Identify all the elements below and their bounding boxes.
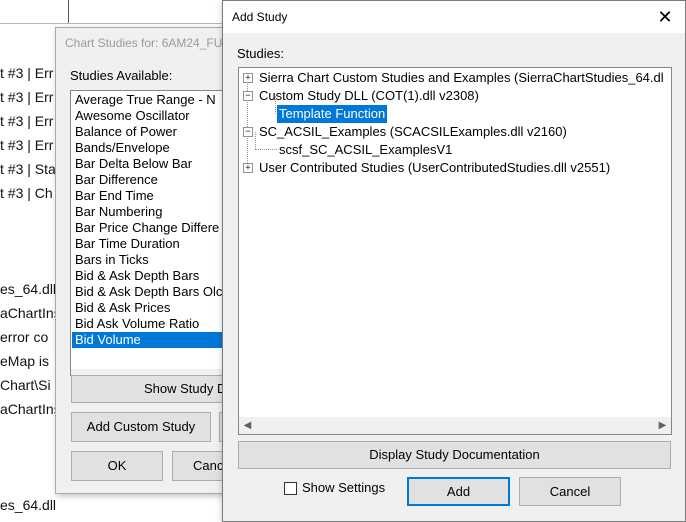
tree-horizontal-scrollbar[interactable]: ◀ ▶ [239,417,671,434]
log-line: t #3 | Err [0,89,54,105]
tree-item-label: Sierra Chart Custom Studies and Examples… [259,70,664,85]
tree-item[interactable]: scsf_SC_ACSIL_ExamplesV1 [239,141,671,159]
column-separator [68,0,69,23]
list-item[interactable]: Average True Range - N [75,92,216,108]
tree-item-label: Custom Study DLL (COT(1).dll v2308) [259,88,479,103]
dialog-title: Add Study [232,10,288,24]
show-settings-checkbox[interactable] [284,482,297,495]
tree-item-label: User Contributed Studies (UserContribute… [259,160,611,175]
list-item[interactable]: Bid & Ask Depth Bars Olc [75,284,222,300]
collapse-icon[interactable]: − [243,127,253,137]
list-item[interactable]: Bar Delta Below Bar [75,156,192,172]
tree-item-label: scsf_SC_ACSIL_ExamplesV1 [279,142,453,157]
tree-item-label: SC_ACSIL_Examples (SCACSILExamples.dll v… [259,124,567,139]
list-item[interactable]: Bid Ask Volume Ratio [75,316,199,332]
scroll-right-icon[interactable]: ▶ [654,417,671,434]
ok-button[interactable]: OK [71,451,163,481]
show-settings-label[interactable]: Show Settings [302,480,385,495]
log-line: t #3 | Err [0,137,54,153]
cancel-button[interactable]: Cancel [519,477,621,506]
expand-icon[interactable]: + [243,163,253,173]
log-line: aChartIns [0,401,61,417]
list-item[interactable]: Bar Difference [75,172,158,188]
log-line: t #3 | Sta [0,161,56,177]
show-study-button-label: Show Study D [144,381,227,396]
log-line: eMap is [0,353,50,369]
tree-item[interactable]: − SC_ACSIL_Examples (SCACSILExamples.dll… [239,123,671,141]
scroll-left-icon[interactable]: ◀ [239,417,256,434]
tree-item[interactable]: − Custom Study DLL (COT(1).dll v2308) [239,87,671,105]
log-line: t #3 | Err [0,113,54,129]
scrollbar-track[interactable] [256,421,654,430]
studies-tree[interactable]: + Sierra Chart Custom Studies and Exampl… [238,67,672,435]
title-bar[interactable]: Add Study ✕ [223,1,685,33]
log-line: Chart\Si [0,377,51,393]
studies-available-label: Studies Available: [70,68,173,83]
log-line: aChartIns [0,305,61,321]
studies-label: Studies: [237,46,284,61]
list-item[interactable]: Awesome Oscillator [75,108,190,124]
cancel-button-label: Canc [193,458,224,473]
chart-studies-title: Chart Studies for: 6AM24_FUT_ [65,36,237,50]
tree-item-label: Template Function [275,104,389,124]
list-item[interactable]: Bid & Ask Prices [75,300,170,316]
tree-item[interactable]: + User Contributed Studies (UserContribu… [239,159,671,177]
log-line: es_64.dll [0,281,57,297]
list-item[interactable]: Bar End Time [75,188,154,204]
list-item[interactable]: Bid & Ask Depth Bars [75,268,199,284]
add-study-dialog: Add Study ✕ Studies: + Sierra Chart Cust… [222,0,686,522]
display-study-documentation-button[interactable]: Display Study Documentation [238,441,671,469]
log-line: t #3 | Err [0,65,54,81]
close-icon[interactable]: ✕ [653,6,677,28]
list-item[interactable]: Bar Price Change Differe [75,220,219,236]
list-item[interactable]: Bar Time Duration [75,236,180,252]
add-button[interactable]: Add [407,477,510,506]
list-item[interactable]: Bands/Envelope [75,140,170,156]
log-line: error co [0,329,49,345]
tree-item-selected[interactable]: Template Function [239,104,671,124]
list-item[interactable]: Bars in Ticks [75,252,149,268]
expand-icon[interactable]: + [243,73,253,83]
log-line: es_64.dll [0,497,57,513]
log-line: t #3 | Ch [0,185,53,201]
tree-item[interactable]: + Sierra Chart Custom Studies and Exampl… [239,69,671,87]
collapse-icon[interactable]: − [243,91,253,101]
list-item[interactable]: Bar Numbering [75,204,162,220]
list-item[interactable]: Balance of Power [75,124,177,140]
add-custom-study-button[interactable]: Add Custom Study [71,412,211,442]
